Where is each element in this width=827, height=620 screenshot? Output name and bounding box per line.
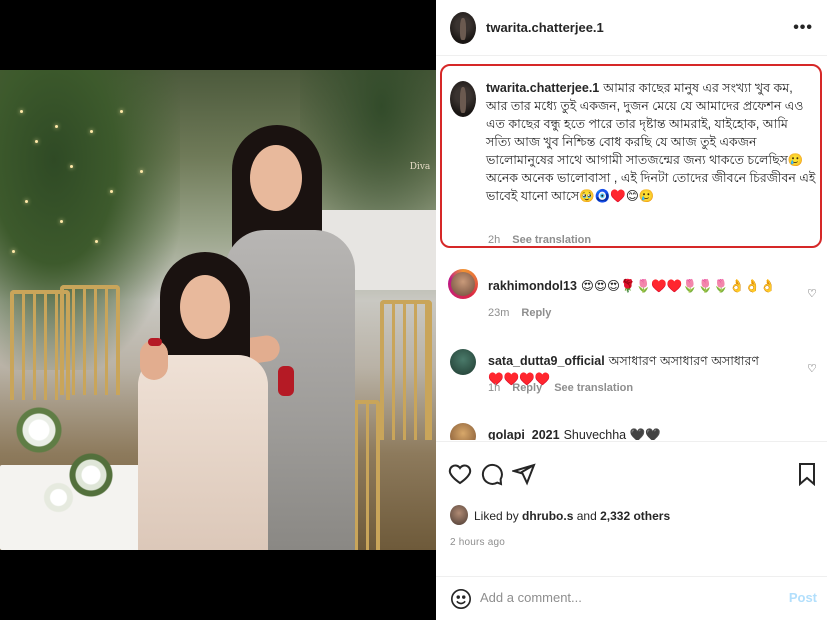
author-username[interactable]: twarita.chatterjee.1 (486, 20, 604, 35)
like-comment-heart-icon[interactable]: ♡ (807, 362, 819, 375)
likes-summary: Liked by dhrubo.s and 2,332 others (450, 505, 670, 525)
photographer-watermark: Diva (409, 162, 431, 172)
comment-meta: 23m Reply (488, 307, 563, 319)
comment-meta: 1h Reply See translation (488, 382, 645, 394)
post-timestamp: 2 hours ago (450, 537, 506, 548)
like-comment-heart-icon[interactable]: ♡ (807, 287, 819, 300)
post-header: twarita.chatterjee.1 ••• (436, 0, 827, 56)
see-translation-link[interactable]: See translation (554, 382, 633, 394)
comment-meta: 2h See translation (488, 234, 603, 246)
liker-avatar[interactable] (450, 505, 468, 525)
comment-item: rakhimondol13 😍😍😍🌹🌷♥️♥️🌷🌷🌷👌👌👌 (488, 277, 788, 295)
add-comment-row: Add a comment... Post (436, 576, 827, 620)
comment-username[interactable]: twarita.chatterjee.1 (486, 81, 599, 95)
share-icon[interactable] (512, 462, 536, 486)
comments-list[interactable]: twarita.chatterjee.1 আমার কাছের মানুষ এর … (436, 57, 827, 440)
author-avatar[interactable] (450, 12, 476, 44)
comment-username[interactable]: rakhimondol13 (488, 279, 577, 293)
reply-link[interactable]: Reply (512, 382, 542, 394)
comment-avatar[interactable] (450, 81, 476, 117)
comment-text: আমার কাছের মানুষ এর সংখ্যা খুব কম, আর তা… (486, 81, 816, 203)
see-translation-link[interactable]: See translation (512, 234, 591, 246)
comment-item: golapi_2021 Shuvechha 🖤🖤 (488, 426, 788, 440)
likes-prefix: Liked by (474, 509, 519, 523)
post-media[interactable]: Diva (0, 0, 436, 620)
comment-text: Shuvechha 🖤🖤 (563, 428, 661, 440)
comment-text: 😍😍😍🌹🌷♥️♥️🌷🌷🌷👌👌👌 (580, 278, 776, 293)
comment-icon[interactable] (480, 462, 504, 486)
comment-username[interactable]: golapi_2021 (488, 428, 560, 440)
chair (60, 285, 120, 395)
post-actions-bar: Liked by dhrubo.s and 2,332 others 2 hou… (436, 441, 827, 619)
more-icon[interactable]: ••• (793, 19, 813, 37)
emoji-icon[interactable] (450, 588, 472, 610)
post-comment-button[interactable]: Post (789, 590, 817, 605)
comment-item: twarita.chatterjee.1 আমার কাছের মানুষ এর … (486, 79, 816, 205)
comment-username[interactable]: sata_dutta9_official (488, 354, 605, 368)
comment-avatar[interactable] (448, 269, 478, 299)
post-photo: Diva (0, 70, 436, 550)
likes-middle: and (576, 509, 597, 523)
likes-others-link[interactable]: 2,332 others (600, 509, 670, 523)
flower-centerpiece (0, 385, 130, 535)
comment-time: 2h (488, 234, 501, 246)
comment-avatar[interactable] (450, 423, 476, 440)
liker-username[interactable]: dhrubo.s (522, 509, 573, 523)
chair (380, 300, 432, 440)
heart-icon[interactable] (448, 462, 472, 486)
bookmark-icon[interactable] (796, 462, 818, 486)
reply-link[interactable]: Reply (521, 307, 551, 319)
comment-avatar[interactable] (450, 349, 476, 375)
add-comment-input[interactable]: Add a comment... (480, 590, 582, 605)
post-details-panel: twarita.chatterjee.1 ••• twarita.chatter… (436, 0, 827, 620)
comment-time: 1h (488, 382, 501, 394)
comment-time: 23m (488, 307, 510, 319)
